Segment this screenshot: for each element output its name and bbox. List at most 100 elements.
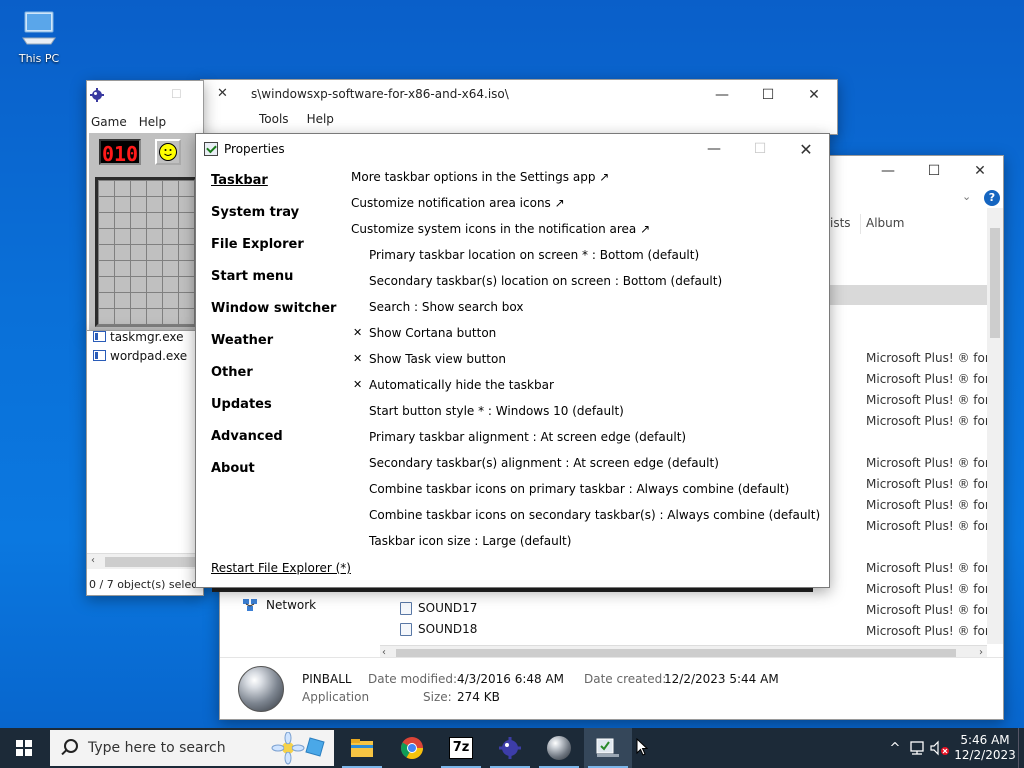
option-task-view[interactable]: Show Task view button: [369, 352, 506, 366]
album-cell: Microsoft Plus! ® for...: [866, 414, 1001, 428]
help-icon[interactable]: ?: [984, 190, 1000, 206]
option-search[interactable]: Search : Show search box: [369, 300, 523, 314]
menu-game[interactable]: Game: [91, 115, 127, 129]
taskbar-pinball[interactable]: [535, 728, 583, 768]
nav-system-tray[interactable]: System tray: [211, 205, 299, 220]
minesweeper-window[interactable]: ☐ ✕ Game Help 010: [86, 80, 228, 332]
check-mark-icon: ✕: [353, 378, 363, 391]
link-settings-app[interactable]: More taskbar options in the Settings app…: [351, 170, 609, 184]
album-cell: Microsoft Plus! ® for...: [866, 477, 1001, 491]
file-explorer-icon: [351, 739, 373, 757]
nav-file-explorer[interactable]: File Explorer: [211, 237, 304, 252]
close-button[interactable]: ✕: [217, 86, 228, 101]
detail-modified-value: 4/3/2016 6:48 AM: [457, 672, 565, 686]
list-item[interactable]: SOUND17: [400, 601, 477, 615]
taskbar-file-explorer[interactable]: [338, 728, 386, 768]
explorer-window-controls: — ☐ ✕: [865, 156, 1003, 186]
properties-titlebar[interactable]: Properties — ☐ ✕: [196, 134, 829, 164]
menu-help[interactable]: Help: [307, 112, 334, 126]
search-placeholder: Type here to search: [88, 740, 226, 756]
maximize-button[interactable]: ☐: [171, 87, 182, 101]
scrollbar-thumb[interactable]: [105, 557, 201, 567]
nav-start-menu[interactable]: Start menu: [211, 269, 293, 284]
properties-app-icon: [596, 738, 619, 757]
detail-size-value: 274 KB: [457, 690, 500, 704]
option-start-button-style[interactable]: Start button style * : Windows 10 (defau…: [369, 404, 624, 418]
detail-modified-label: Date modified:: [368, 672, 458, 686]
volume-muted-icon[interactable]: [928, 740, 952, 756]
album-cell: Microsoft Plus! ® for...: [866, 603, 1001, 617]
taskbar-minesweeper[interactable]: [486, 728, 534, 768]
taskbar-clock[interactable]: 5:46 AM 12/2/2023: [952, 733, 1018, 763]
option-primary-alignment[interactable]: Primary taskbar alignment : At screen ed…: [369, 430, 686, 444]
nav-about[interactable]: About: [211, 461, 255, 476]
detail-created-value: 12/2/2023 5:44 AM: [664, 672, 779, 686]
list-item[interactable]: SOUND18: [400, 622, 477, 636]
maximize-button: ☐: [753, 141, 767, 157]
option-combine-secondary[interactable]: Combine taskbar icons on secondary taskb…: [369, 508, 820, 522]
minefield-grid[interactable]: [95, 177, 197, 327]
detail-created-label: Date created:: [584, 672, 667, 686]
option-primary-location[interactable]: Primary taskbar location on screen * : B…: [369, 248, 699, 262]
pinball-icon: [238, 666, 284, 712]
minimize-button[interactable]: —: [699, 80, 745, 110]
link-notification-icons[interactable]: Customize notification area icons ↗: [351, 196, 565, 210]
file-list-window[interactable]: taskmgr.exe wordpad.exe ‹ 0 / 7 object(s…: [86, 327, 208, 596]
close-button[interactable]: ✕: [791, 80, 837, 110]
properties-dialog[interactable]: Properties — ☐ ✕ Taskbar System tray Fil…: [195, 133, 830, 588]
nav-updates[interactable]: Updates: [211, 397, 272, 412]
taskbar-properties[interactable]: [584, 728, 632, 768]
option-combine-primary[interactable]: Combine taskbar icons on primary taskbar…: [369, 482, 789, 496]
column-header-album[interactable]: Album: [866, 216, 904, 230]
detail-type: Application: [302, 690, 370, 704]
vertical-scrollbar[interactable]: [987, 208, 1003, 644]
nav-other[interactable]: Other: [211, 365, 253, 380]
taskbar-7zip[interactable]: 7z: [437, 728, 485, 768]
start-button[interactable]: [0, 728, 48, 768]
list-item[interactable]: taskmgr.exe: [87, 327, 203, 346]
check-mark-icon: ✕: [353, 352, 363, 365]
pinball-icon: [547, 736, 571, 760]
iso-window-controls: — ☐ ✕: [699, 80, 837, 110]
restart-explorer-link[interactable]: Restart File Explorer (*): [211, 561, 351, 575]
chevron-down-icon[interactable]: ⌄: [962, 190, 971, 203]
close-button[interactable]: ✕: [957, 156, 1003, 186]
link-system-icons[interactable]: Customize system icons in the notificati…: [351, 222, 650, 236]
new-game-button[interactable]: [155, 139, 181, 165]
menu-help[interactable]: Help: [139, 115, 166, 129]
chevron-up-icon[interactable]: ^: [884, 741, 906, 756]
option-auto-hide[interactable]: Automatically hide the taskbar: [369, 378, 554, 392]
menu-tools[interactable]: Tools: [259, 112, 289, 126]
show-desktop-button[interactable]: [1018, 728, 1024, 768]
option-secondary-alignment[interactable]: Secondary taskbar(s) alignment : At scre…: [369, 456, 719, 470]
option-secondary-location[interactable]: Secondary taskbar(s) location on screen …: [369, 274, 722, 288]
minimize-button[interactable]: —: [691, 134, 737, 164]
maximize-button[interactable]: ☐: [745, 80, 791, 110]
network-status-icon[interactable]: [906, 740, 928, 756]
album-cell: Microsoft Plus! ® for...: [866, 372, 1001, 386]
nav-taskbar[interactable]: Taskbar: [211, 173, 268, 188]
taskbar-chrome[interactable]: [388, 728, 436, 768]
horizontal-scrollbar[interactable]: ‹: [87, 553, 203, 569]
nav-weather[interactable]: Weather: [211, 333, 273, 348]
nav-window-switcher[interactable]: Window switcher: [211, 301, 336, 316]
sound-file-icon: [400, 601, 412, 615]
detail-name: PINBALL: [302, 672, 352, 686]
minesweeper-titlebar[interactable]: ☐ ✕: [87, 81, 228, 111]
scroll-left-icon[interactable]: ‹: [91, 555, 95, 566]
list-item[interactable]: wordpad.exe: [87, 346, 203, 365]
nav-item-network[interactable]: Network: [242, 598, 316, 612]
taskbar-search[interactable]: Type here to search: [50, 730, 334, 766]
minimize-button[interactable]: —: [865, 156, 911, 186]
maximize-button[interactable]: ☐: [911, 156, 957, 186]
option-show-cortana[interactable]: Show Cortana button: [369, 326, 496, 340]
close-button[interactable]: ✕: [783, 134, 829, 164]
scrollbar-thumb[interactable]: [990, 228, 1000, 338]
desktop-icon-this-pc[interactable]: This PC: [10, 8, 68, 65]
nav-advanced[interactable]: Advanced: [211, 429, 283, 444]
status-bar: 0 / 7 object(s) selecte: [89, 578, 209, 591]
iso-explorer-window[interactable]: s\windowsxp-software-for-x86-and-x64.iso…: [200, 79, 838, 135]
option-icon-size[interactable]: Taskbar icon size : Large (default): [369, 534, 571, 548]
exe-file-icon: [93, 331, 106, 342]
column-header-artists[interactable]: ists: [830, 216, 851, 230]
